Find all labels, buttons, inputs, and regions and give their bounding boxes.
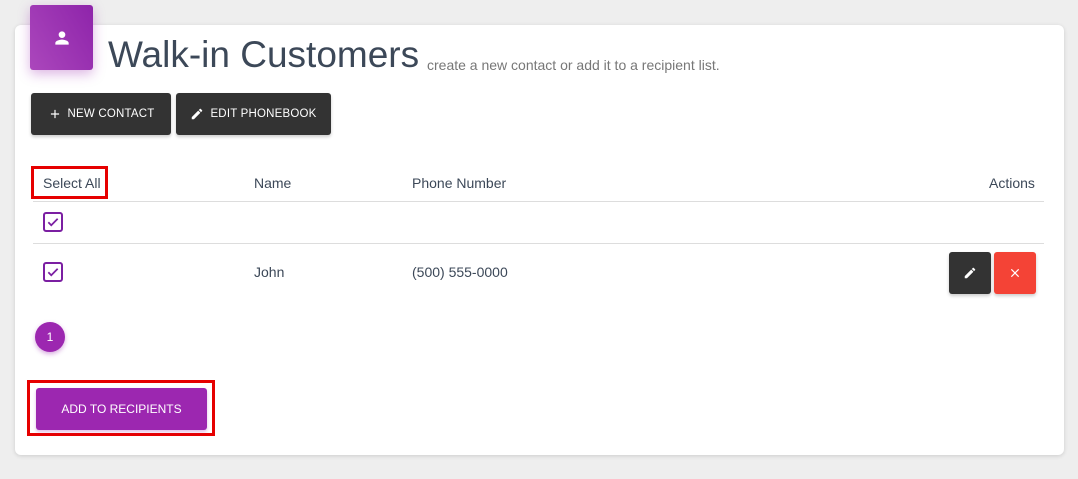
table-header-divider [33, 201, 1044, 202]
column-header-select-all[interactable]: Select All [43, 175, 101, 191]
checkmark-icon [47, 268, 59, 277]
select-all-checkbox[interactable] [43, 212, 63, 232]
edit-phonebook-label: EDIT PHONEBOOK [210, 108, 317, 120]
pagination-page-1[interactable]: 1 [35, 322, 65, 352]
new-contact-label: NEW CONTACT [67, 108, 155, 120]
plus-icon [50, 109, 59, 119]
page-subtitle: create a new contact or add it to a reci… [427, 57, 720, 73]
row-checkbox[interactable] [43, 262, 63, 282]
pencil-icon [192, 108, 203, 120]
new-contact-button[interactable]: NEW CONTACT [31, 93, 171, 135]
edit-contact-button[interactable] [949, 252, 991, 294]
card-header-icon [30, 5, 93, 70]
contact-phone: (500) 555-0000 [412, 264, 508, 280]
column-header-actions: Actions [989, 175, 1035, 191]
add-to-recipients-button[interactable]: ADD TO RECIPIENTS [36, 388, 207, 430]
delete-contact-button[interactable] [994, 252, 1036, 294]
edit-phonebook-button[interactable]: EDIT PHONEBOOK [176, 93, 331, 135]
contact-name: John [254, 264, 285, 280]
pencil-icon [964, 267, 976, 279]
person-icon [54, 30, 69, 45]
table-row-divider [33, 243, 1044, 244]
column-header-name: Name [254, 175, 292, 191]
checkmark-icon [47, 218, 59, 227]
page-title: Walk-in Customers [108, 34, 420, 75]
close-icon [1010, 268, 1020, 278]
column-header-phone: Phone Number [412, 175, 507, 191]
